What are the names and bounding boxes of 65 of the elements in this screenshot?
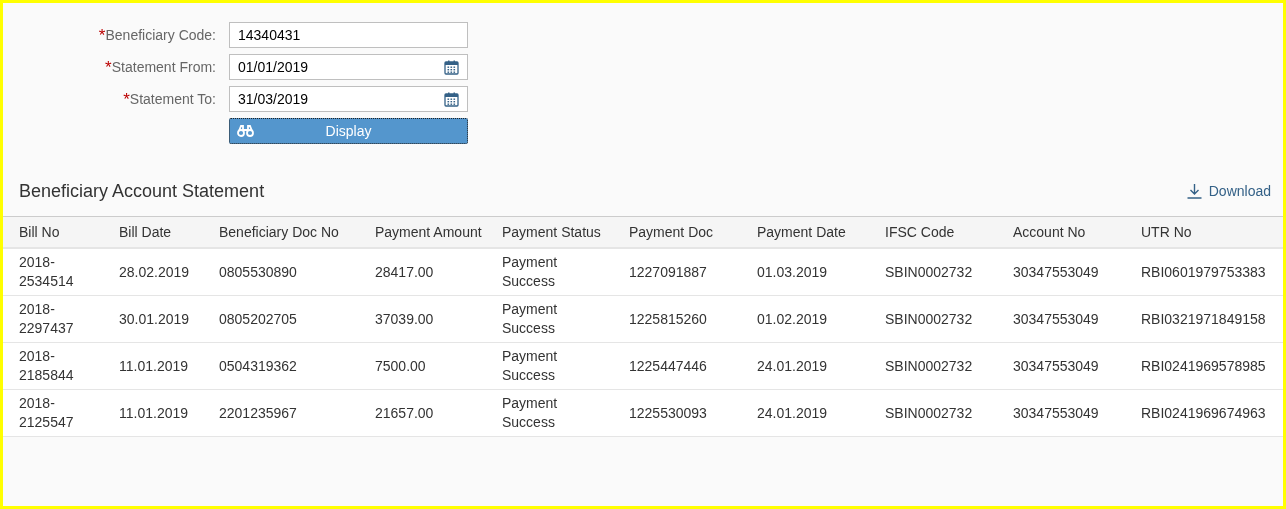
table-cell-text: 21657.00: [374, 403, 435, 423]
field-label: Statement From:: [111, 57, 216, 77]
column-header: Payment Date: [756, 222, 847, 242]
table-cell-text: 0805202705: [218, 309, 298, 329]
table-cell-text: 37039.00: [374, 309, 435, 329]
table-cell-text: 2018-2534514: [18, 253, 75, 291]
column-header: UTR No: [1140, 222, 1193, 242]
table-cell-text: 11.01.2019: [118, 403, 190, 423]
table-cell-text: 24.01.2019: [756, 403, 829, 423]
date-field[interactable]: 01/01/2019: [229, 54, 468, 80]
table-cell-text: Payment Success: [501, 347, 559, 385]
table-cell-text: Payment Success: [501, 300, 559, 338]
table-cell-text: 24.01.2019: [756, 356, 829, 376]
field-label: Beneficiary Code:: [105, 25, 216, 45]
table-cell-text: RBI0241969578985: [1140, 356, 1267, 376]
table-cell-text: RBI0321971849158: [1140, 309, 1267, 329]
table-cell-text: 2018-2185844: [18, 347, 75, 385]
required-mark: *: [105, 58, 112, 76]
table-cell-text: SBIN0002732: [884, 356, 974, 376]
column-header: Account No: [1012, 222, 1087, 242]
input-field[interactable]: 14340431: [229, 22, 468, 48]
column-header: Payment Status: [501, 222, 602, 242]
table-cell-text: 1225447446: [628, 356, 708, 376]
column-header: Payment Doc: [628, 222, 715, 242]
table-cell-text: 2018-2297437: [18, 300, 75, 338]
table-cell-text: 2018-2125547: [18, 394, 75, 432]
field-label: Statement To:: [129, 89, 216, 109]
table-cell-text: 30347553049: [1012, 356, 1100, 376]
table-cell-text: SBIN0002732: [884, 309, 974, 329]
table-cell-text: 2201235967: [218, 403, 298, 423]
table-cell-text: RBI0601979753383: [1140, 262, 1267, 282]
column-header: Bill No: [18, 222, 61, 242]
table-cell-text: 0504319362: [218, 356, 298, 376]
table-cell-text: 30347553049: [1012, 262, 1100, 282]
column-header: Beneficiary Doc No: [218, 222, 340, 242]
table-cell-text: SBIN0002732: [884, 403, 974, 423]
table-cell-text: 1227091887: [628, 262, 708, 282]
table-cell-text: RBI0241969674963: [1140, 403, 1267, 423]
table-cell-text: 30347553049: [1012, 309, 1100, 329]
table-cell-text: Payment Success: [501, 253, 559, 291]
calendar-icon[interactable]: [444, 59, 459, 75]
column-header: IFSC Code: [884, 222, 956, 242]
table-cell-text: SBIN0002732: [884, 262, 974, 282]
table-cell-text: 28.02.2019: [118, 262, 191, 282]
table-cell-text: 0805530890: [218, 262, 298, 282]
date-field[interactable]: 31/03/2019: [229, 86, 468, 112]
table-cell-text: 1225815260: [628, 309, 708, 329]
table-cell-text: Payment Success: [501, 394, 559, 432]
table-cell-text: 1225530093: [628, 403, 708, 423]
section-title: Beneficiary Account Statement: [19, 179, 265, 203]
required-mark: *: [98, 26, 106, 44]
table-cell-text: 28417.00: [374, 262, 435, 282]
table-cell-text: 30347553049: [1012, 403, 1100, 423]
table-cell-text: 01.02.2019: [756, 309, 829, 329]
table-cell-text: 7500.00: [374, 356, 427, 376]
table-cell-text: 11.01.2019: [118, 356, 190, 376]
download-link[interactable]: Download: [1186, 180, 1271, 202]
download-icon: [1186, 183, 1202, 199]
column-header: Bill Date: [118, 222, 173, 242]
required-mark: *: [123, 90, 130, 108]
table-cell-text: 30.01.2019: [118, 309, 191, 329]
column-header: Payment Amount: [374, 222, 483, 242]
binoculars-icon: [237, 125, 254, 137]
table-cell-text: 01.03.2019: [756, 262, 829, 282]
calendar-icon[interactable]: [444, 91, 459, 107]
